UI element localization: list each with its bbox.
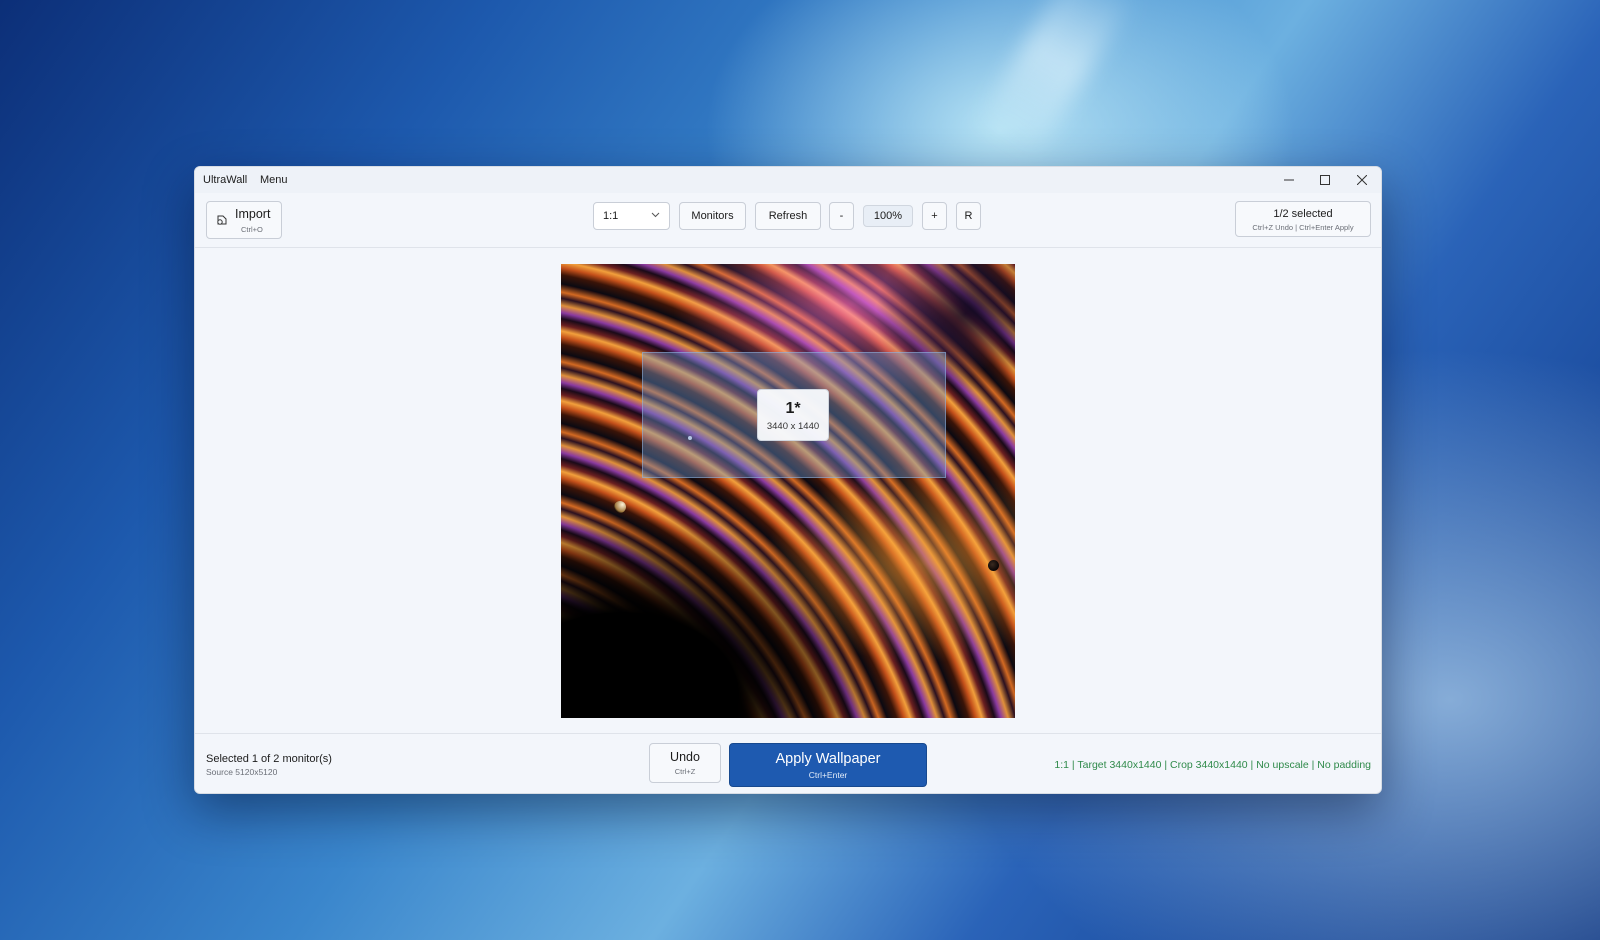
crop-status-text: 1:1 | Target 3440x1440 | Crop 3440x1440 … (1054, 759, 1371, 771)
image-moon (988, 560, 999, 571)
undo-button[interactable]: Undo Ctrl+Z (649, 743, 721, 783)
close-button[interactable] (1344, 167, 1380, 193)
apply-label: Apply Wallpaper (775, 750, 881, 767)
aspect-ratio-dropdown[interactable]: 1:1 (593, 202, 670, 230)
preview-canvas: 1* 3440 x 1440 (195, 248, 1381, 732)
monitors-button[interactable]: Monitors (679, 202, 746, 230)
ultrawall-window: UltraWall Menu Import Ctrl+O 1:1 Monitor… (194, 166, 1382, 794)
undo-label: Undo (670, 750, 700, 764)
aspect-ratio-value: 1:1 (603, 210, 619, 222)
import-shortcut: Ctrl+O (241, 225, 263, 234)
minimize-button[interactable] (1271, 167, 1307, 193)
toolbar: Import Ctrl+O 1:1 Monitors Refresh - 100… (195, 193, 1381, 248)
undo-shortcut: Ctrl+Z (674, 767, 696, 776)
image-moon (614, 501, 626, 513)
selected-monitors-text: Selected 1 of 2 monitor(s) (206, 753, 332, 765)
import-button[interactable]: Import Ctrl+O (206, 201, 282, 239)
image-glow (761, 464, 1015, 664)
source-resolution-text: Source 5120x5120 (206, 767, 278, 777)
menu-button[interactable]: Menu (260, 174, 288, 186)
zoom-in-button[interactable]: + (922, 202, 947, 230)
refresh-button[interactable]: Refresh (755, 202, 821, 230)
monitor-resolution: 3440 x 1440 (766, 421, 820, 432)
close-icon (1357, 175, 1367, 185)
apply-shortcut: Ctrl+Enter (808, 769, 848, 780)
monitor-label: 1* 3440 x 1440 (757, 389, 829, 441)
selection-hints: Ctrl+Z Undo | Ctrl+Enter Apply (1252, 222, 1354, 232)
reset-zoom-button[interactable]: R (956, 202, 981, 230)
selection-count: 1/2 selected (1273, 207, 1333, 220)
maximize-button[interactable] (1307, 167, 1343, 193)
chevron-down-icon (651, 212, 660, 218)
import-icon (217, 215, 227, 225)
app-title: UltraWall (203, 174, 248, 186)
selection-status-button[interactable]: 1/2 selected Ctrl+Z Undo | Ctrl+Enter Ap… (1235, 201, 1371, 237)
footer-bar: Selected 1 of 2 monitor(s) Source 5120x5… (195, 733, 1381, 793)
wallpaper-light-streak (972, 0, 1138, 164)
wallpaper-preview-image[interactable]: 1* 3440 x 1440 (561, 264, 1015, 718)
import-label: Import (235, 207, 271, 221)
minimize-icon (1284, 179, 1294, 181)
zoom-out-button[interactable]: - (829, 202, 854, 230)
apply-wallpaper-button[interactable]: Apply Wallpaper Ctrl+Enter (729, 743, 927, 787)
zoom-level: 100% (863, 205, 913, 227)
title-bar: UltraWall Menu (195, 167, 1381, 193)
monitor-number: 1* (785, 400, 801, 417)
maximize-icon (1320, 175, 1330, 185)
